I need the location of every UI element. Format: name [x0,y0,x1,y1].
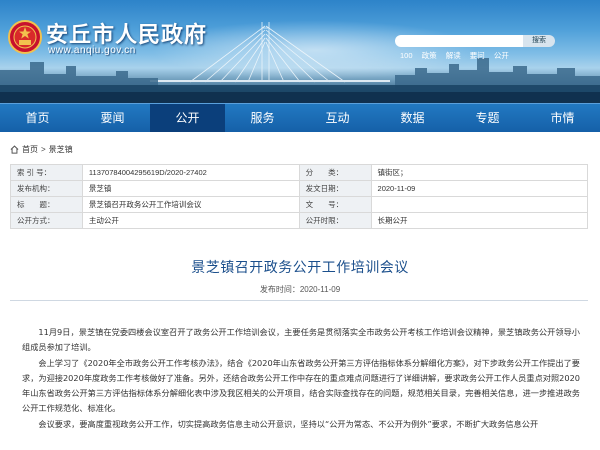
nav-item-news[interactable]: 要闻 [75,104,150,132]
article-title: 景芝镇召开政务公开工作培训会议 [191,260,409,276]
meta-value: 11370784004295619D/2020-27402 [81,164,300,181]
breadcrumb-separator: > [41,145,46,154]
nav-item-data[interactable]: 数据 [375,104,450,132]
meta-value: 景芝镇 [81,180,300,197]
hot-search-links: 100 政策 解读 要问 公开 [400,50,516,61]
meta-label: 发布机构： [10,180,83,197]
meta-label: 公开时限： [298,212,372,229]
article-paragraph: 11月9日，景芝镇在党委四楼会议室召开了政务公开工作培训会议，主要任务是贯彻落实… [22,327,580,352]
meta-value [370,196,589,213]
nav-item-public[interactable]: 公开 [150,104,225,132]
table-row: 标 题： 景芝镇召开政务公开工作培训会议 文 号： [10,196,589,213]
hot-link[interactable]: 要问 [470,51,485,60]
hot-link[interactable]: 政策 [422,51,437,60]
site-url: www.anqiu.gov.cn [48,45,136,56]
main-nav: 首页 要闻 公开 服务 互动 数据 专题 市情 [0,103,600,132]
hot-link[interactable]: 100 [400,51,413,60]
meta-label: 索 引 号： [10,164,83,181]
document-meta-table: 索 引 号： 11370784004295619D/2020-27402 分 类… [10,164,589,229]
article-paragraph: 会上学习了《2020年全市政务公开工作考核办法》，结合《2020年山东省政务公开… [22,358,580,413]
article-body: 11月9日，景芝镇在党委四楼会议室召开了政务公开工作培训会议，主要任务是贯彻落实… [22,325,580,433]
search-input[interactable] [395,35,523,47]
meta-label: 标 题： [10,196,83,213]
table-row: 索 引 号： 11370784004295619D/2020-27402 分 类… [10,164,589,181]
meta-label: 发文日期： [298,180,372,197]
publish-date: 发布时间：2020-11-09 [259,285,341,294]
breadcrumb-home[interactable]: 首页 [22,144,38,155]
hot-link[interactable]: 解读 [446,51,461,60]
national-emblem-icon [8,20,42,54]
table-row: 发布机构： 景芝镇 发文日期： 2020-11-09 [10,180,589,197]
meta-value: 长期公开 [370,212,589,229]
article-paragraph: 会议要求，要高度重视政务公开工作，切实提高政务信息主动公开意识，坚持以“公开为常… [38,419,539,429]
nav-item-topics[interactable]: 专题 [450,104,525,132]
header-banner: 安丘市人民政府 www.anqiu.gov.cn 搜索 100 政策 解读 要问… [0,0,600,103]
title-divider [10,300,588,301]
nav-item-city-info[interactable]: 市情 [525,104,600,132]
breadcrumb-current[interactable]: 景芝镇 [49,144,73,155]
meta-value: 景芝镇召开政务公开工作培训会议 [81,196,300,213]
meta-value: 主动公开 [81,212,300,229]
nav-item-interact[interactable]: 互动 [300,104,375,132]
nav-item-home[interactable]: 首页 [0,104,75,132]
meta-label: 分 类： [298,164,372,181]
hot-link[interactable]: 公开 [494,51,509,60]
meta-value: 2020-11-09 [370,180,589,197]
meta-value: 镇街区； [370,164,589,181]
content-panel: 首页 > 景芝镇 索 引 号： 11370784004295619D/2020-… [0,132,600,450]
nav-item-service[interactable]: 服务 [225,104,300,132]
table-row: 公开方式： 主动公开 公开时限： 长期公开 [10,212,589,229]
search-button[interactable]: 搜索 [523,35,555,47]
meta-label: 公开方式： [10,212,83,229]
home-icon [10,145,19,154]
breadcrumb: 首页 > 景芝镇 [10,144,73,155]
meta-label: 文 号： [298,196,372,213]
